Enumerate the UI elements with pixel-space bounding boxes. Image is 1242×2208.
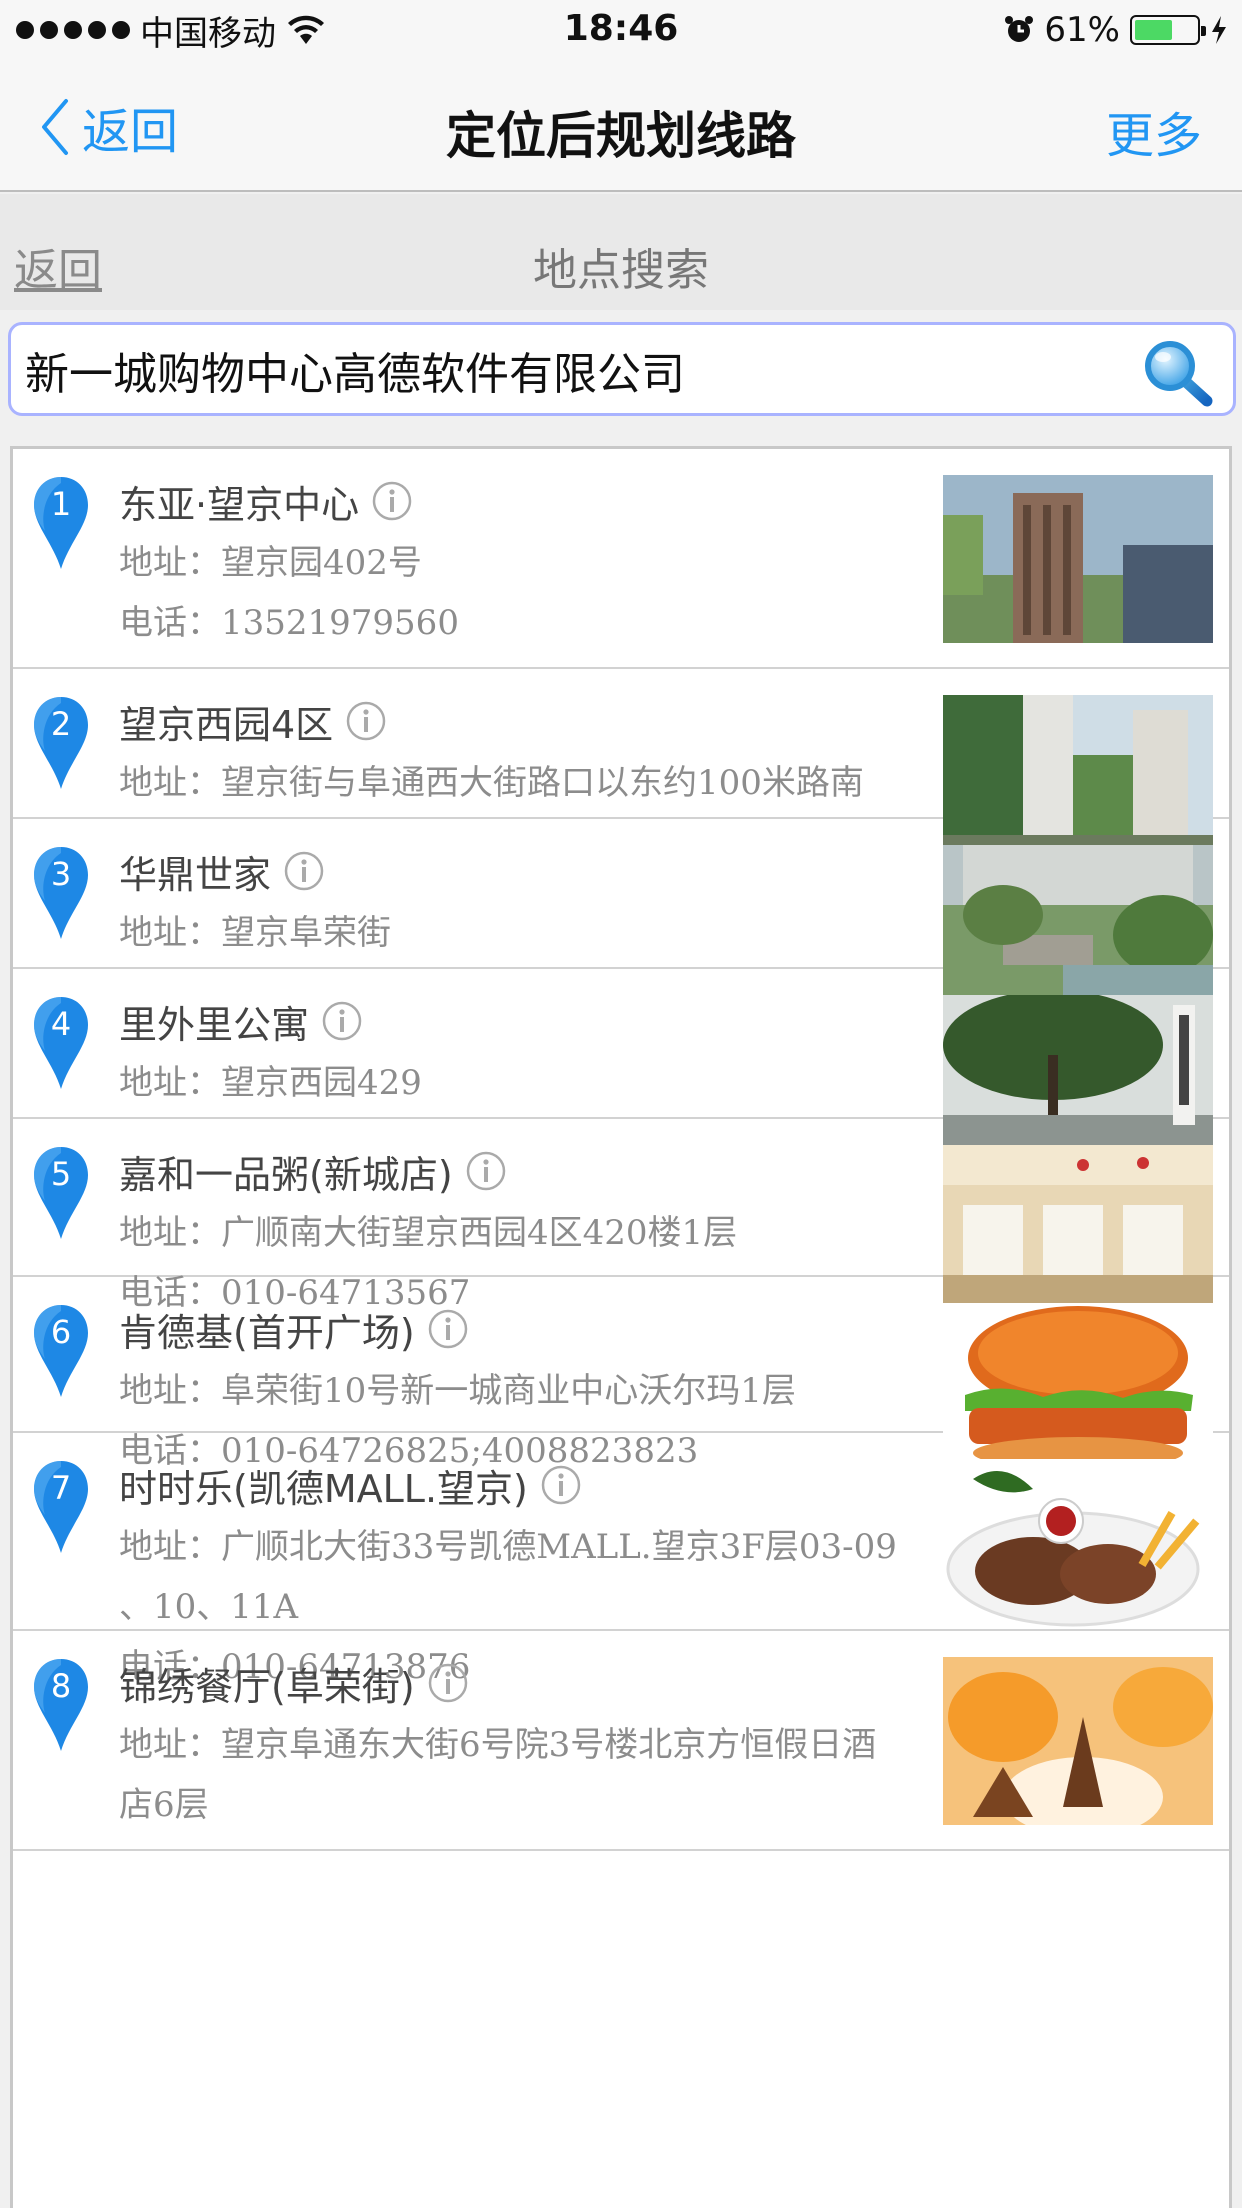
result-address: 地址：阜荣街10号新一城商业中心沃尔玛1层 [119,1361,919,1421]
result-item[interactable]: 8 锦绣餐厅(阜荣街) 地址：望京阜通东大街6号院3号楼北京方恒假日酒 店6层 [13,1631,1229,1851]
sub-title: 地点搜索 [533,245,709,296]
result-content: 锦绣餐厅(阜荣街) 地址：望京阜通东大街6号院3号楼北京方恒假日酒 店6层 [119,1651,919,1835]
status-right: 61% [1004,10,1228,50]
info-icon[interactable] [345,700,387,742]
phone-value: 13521979560 [221,603,459,643]
result-item[interactable]: 4 里外里公寓地址：望京西园429 [13,969,1229,1163]
result-name: 里外里公寓 [119,1002,310,1047]
pin-number: 5 [50,1155,72,1193]
address-label: 地址： [119,1527,221,1567]
battery-level [1135,20,1172,40]
result-name-row: 东亚·望京中心 [119,469,919,533]
pin-number: 7 [50,1469,72,1507]
result-address-cont: 、10、11A [119,1587,299,1627]
result-name: 嘉和一品粥(新城店) [119,1152,453,1197]
result-name: 望京西园4区 [119,702,334,747]
pin-number: 4 [50,1005,72,1043]
address-label: 地址： [119,1063,221,1103]
result-name: 锦绣餐厅(阜荣街) [119,1664,415,1709]
result-item[interactable]: 5 嘉和一品粥(新城店) 地址：广顺南大街望京西园4区420楼1层 电话：010-64… [13,1119,1229,1313]
address-value: 望京西园429 [221,1063,422,1103]
search-icon[interactable] [1141,337,1213,409]
sub-back-link[interactable]: 返回 [14,234,102,298]
result-address: 地址：望京阜荣街 [119,903,919,963]
pin-number: 1 [50,485,72,523]
address-label: 地址： [119,1213,221,1253]
result-item[interactable]: 2 望京西园4区地址：望京街与阜通西大街路口以东约100米路南 [13,669,1229,863]
result-address: 地址：望京园402号 [119,533,919,593]
info-icon[interactable] [283,850,325,892]
result-name: 东亚·望京中心 [119,482,360,527]
result-address: 地址：望京街与阜通西大街路口以东约100米路南 [119,753,919,813]
result-name-row: 肯德基(首开广场) [119,1297,919,1361]
result-name: 肯德基(首开广场) [119,1310,415,1355]
steak-photo [943,1459,1213,1627]
result-name: 时时乐(凯德MALL.望京) [119,1466,528,1511]
result-item[interactable]: 7 时时乐(凯德MALL.望京) 地址：广顺北大街33号凯德MALL.望京3F层03… [13,1433,1229,1687]
address-label: 地址： [119,1371,221,1411]
result-content: 东亚·望京中心 地址：望京园402号 电话：13521979560 [119,469,919,653]
result-phone: 电话：13521979560 [119,593,919,653]
address-label: 地址： [119,1725,221,1765]
info-icon[interactable] [321,1000,363,1042]
result-item[interactable]: 6 肯德基(首开广场) 地址：阜荣街10号新一城商业中心沃尔玛1层 电话：010-64… [13,1277,1229,1471]
sub-header: 返回 地点搜索 [0,194,1242,310]
result-name-row: 华鼎世家 [119,839,919,903]
result-address: 地址：望京阜通东大街6号院3号楼北京方恒假日酒 [119,1715,919,1775]
battery-percent: 61% [1044,10,1120,50]
charging-icon [1212,16,1226,44]
result-name-row: 望京西园4区 [119,689,919,753]
address-value: 望京街与阜通西大街路口以东约100米路南 [221,763,864,803]
phone-label: 电话： [119,603,221,643]
address-value: 望京园402号 [221,543,422,583]
info-icon[interactable] [427,1308,469,1350]
nav-bar: 返回 定位后规划线路 更多 [0,60,1242,192]
status-bar: 中国移动 18:46 61% [0,0,1242,60]
search-box [8,322,1236,416]
battery-icon [1130,15,1206,45]
result-content: 望京西园4区地址：望京街与阜通西大街路口以东约100米路南 [119,689,919,813]
nav-back-label: 返回 [82,104,179,160]
result-name-row: 嘉和一品粥(新城店) [119,1139,919,1203]
pin-number: 6 [50,1313,72,1351]
result-address-cont: 店6层 [119,1785,209,1825]
info-icon[interactable] [427,1662,469,1704]
address-value: 阜荣街10号新一城商业中心沃尔玛1层 [221,1371,796,1411]
result-name: 华鼎世家 [119,852,272,897]
result-content: 华鼎世家地址：望京阜荣街 [119,839,919,963]
building-photo [943,475,1213,643]
pin-number: 3 [50,855,72,893]
more-button[interactable]: 更多 [1106,96,1202,166]
address-label: 地址： [119,913,221,953]
result-address: 地址：广顺南大街望京西园4区420楼1层 [119,1203,919,1263]
result-address: 地址：望京西园429 [119,1053,919,1113]
pin-number: 8 [50,1667,72,1705]
result-name-row: 时时乐(凯德MALL.望京) [119,1453,919,1517]
address-value: 望京阜荣街 [221,913,391,953]
result-name-row: 锦绣餐厅(阜荣街) [119,1651,919,1715]
result-item[interactable]: 1 东亚·望京中心 地址：望京园402号 电话：13521979560 [13,449,1229,669]
alarm-icon [1005,16,1034,42]
pin-number: 2 [50,705,72,743]
address-value: 广顺北大街33号凯德MALL.望京3F层03-09 [221,1527,897,1567]
address-value: 广顺南大街望京西园4区420楼1层 [221,1213,738,1253]
info-icon[interactable] [540,1464,582,1506]
address-label: 地址： [119,543,221,583]
result-name-row: 里外里公寓 [119,989,919,1053]
chevron-left-icon [42,99,68,155]
nav-back-button[interactable]: 返回 [40,92,178,162]
search-input[interactable] [25,339,1125,401]
info-icon[interactable] [465,1150,507,1192]
result-item[interactable]: 3 华鼎世家地址：望京阜荣街 [13,819,1229,1013]
result-content: 里外里公寓地址：望京西园429 [119,989,919,1113]
address-value: 望京阜通东大街6号院3号楼北京方恒假日酒 [221,1725,877,1765]
page-title: 定位后规划线路 [446,107,796,165]
address-label: 地址： [119,763,221,803]
info-icon[interactable] [371,480,413,522]
result-list: 1 东亚·望京中心 地址：望京园402号 电话：13521979560 2 望京西园4区地… [10,446,1232,2208]
result-address: 地址：广顺北大街33号凯德MALL.望京3F层03-09 [119,1517,919,1577]
dessert-photo [943,1657,1213,1825]
